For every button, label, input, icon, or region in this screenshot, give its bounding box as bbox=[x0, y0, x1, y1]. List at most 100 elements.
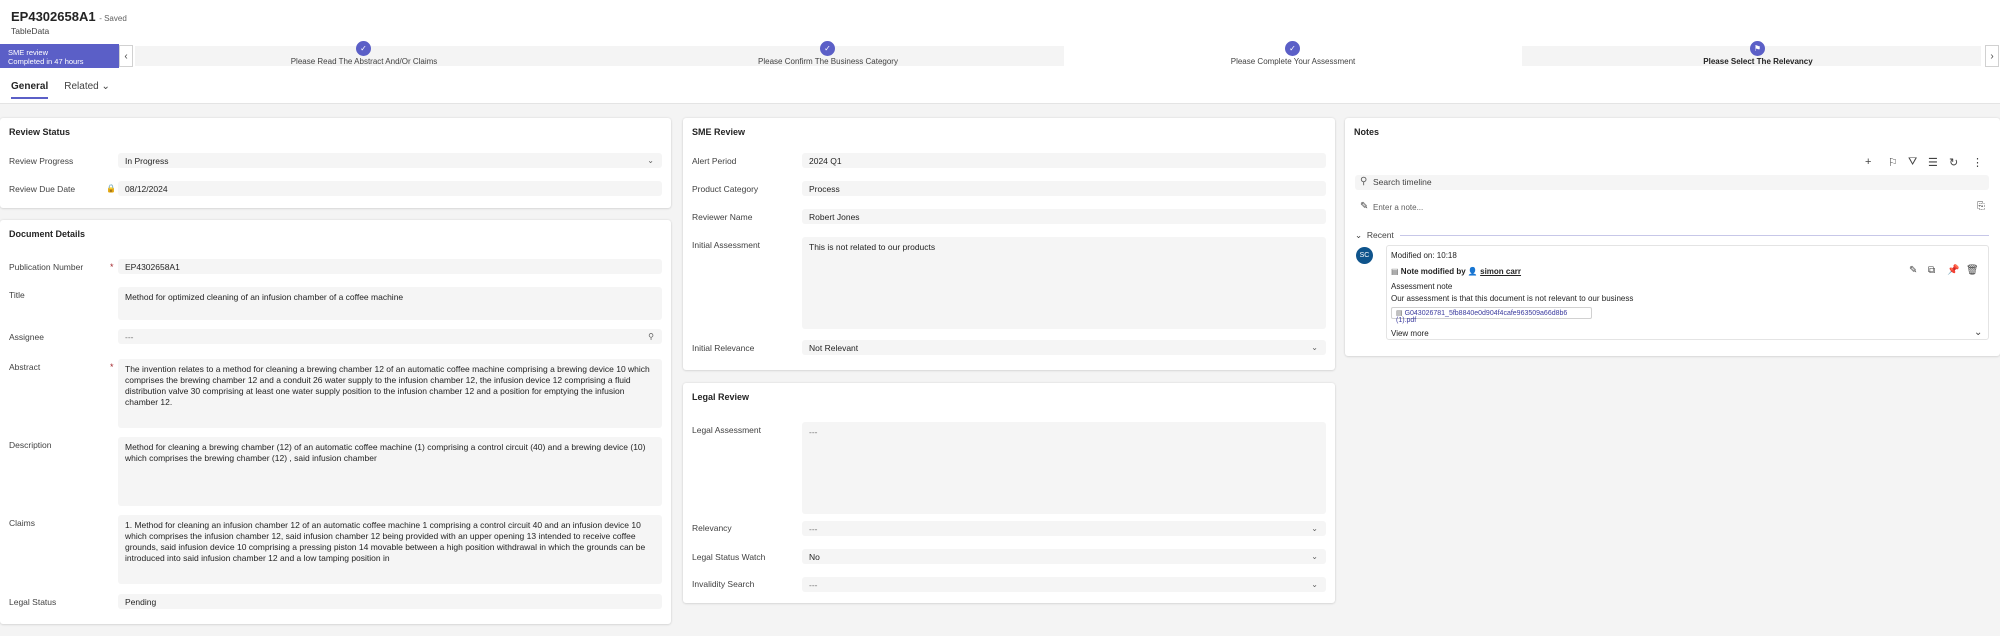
review-due-date-label: Review Due Date bbox=[9, 184, 76, 194]
chevron-down-icon[interactable]: ⌄ bbox=[1974, 327, 1982, 338]
alert-period-label: Alert Period bbox=[692, 156, 737, 166]
tab-related[interactable]: Related ⌄ bbox=[64, 81, 110, 99]
note-author-link[interactable]: simon carr bbox=[1480, 267, 1521, 276]
search-icon[interactable]: ⚲ bbox=[648, 331, 654, 342]
more-icon[interactable]: ⋮ bbox=[1972, 156, 1983, 169]
avatar: SC bbox=[1356, 247, 1373, 264]
initial-assessment-field[interactable]: This is not related to our products bbox=[802, 237, 1326, 329]
chevron-left-icon: ‹ bbox=[124, 50, 128, 62]
bpf-stage-select-relevancy[interactable]: ⚑ Please Select The Relevancy bbox=[1529, 41, 1987, 66]
abstract-value: The invention relates to a method for cl… bbox=[125, 364, 650, 407]
recent-group-toggle[interactable]: ⌄ Recent bbox=[1355, 230, 1394, 241]
reviewer-name-field[interactable]: Robert Jones bbox=[802, 209, 1326, 224]
tab-related-label: Related bbox=[64, 81, 99, 92]
review-progress-select[interactable]: In Progress ⌄ bbox=[118, 153, 662, 168]
note-icon: ▤ bbox=[1391, 267, 1399, 276]
note-body: Our assessment is that this document is … bbox=[1391, 294, 1634, 303]
record-title-text: EP4302658A1 bbox=[11, 9, 96, 24]
chevron-down-icon: ⌄ bbox=[647, 156, 654, 165]
initial-relevance-select[interactable]: Not Relevant ⌄ bbox=[802, 340, 1326, 355]
initial-assessment-label: Initial Assessment bbox=[692, 240, 761, 250]
edit-icon[interactable]: ✎ bbox=[1909, 265, 1917, 276]
review-progress-value: In Progress bbox=[125, 156, 169, 166]
title-field[interactable]: Method for optimized cleaning of an infu… bbox=[118, 287, 662, 320]
chevron-down-icon: ⌄ bbox=[1311, 524, 1318, 533]
relevancy-value: --- bbox=[809, 524, 818, 534]
bpf-next-button[interactable]: › bbox=[1985, 45, 1999, 67]
section-title: SME Review bbox=[692, 127, 746, 137]
lock-icon: 🔒 bbox=[106, 184, 116, 193]
legal-status-watch-select[interactable]: No ⌄ bbox=[802, 549, 1326, 564]
bpf-stage-complete-assessment[interactable]: ✓ Please Complete Your Assessment bbox=[1064, 41, 1522, 66]
legal-assessment-field[interactable]: --- bbox=[802, 422, 1326, 514]
alert-period-field[interactable]: 2024 Q1 bbox=[802, 153, 1326, 168]
pencil-icon: ✎ bbox=[1360, 201, 1369, 212]
checkmark-icon: ✓ bbox=[1285, 41, 1300, 56]
flag-icon: ⚑ bbox=[1750, 41, 1765, 56]
description-value: Method for cleaning a brewing chamber (1… bbox=[125, 442, 646, 463]
add-icon[interactable]: + bbox=[1865, 156, 1871, 168]
invalidity-search-label: Invalidity Search bbox=[692, 579, 755, 589]
attachment-chip[interactable]: ▤ G043026781_5fb8840e0d904f4cafe963509a6… bbox=[1391, 307, 1592, 324]
initial-relevance-value: Not Relevant bbox=[809, 343, 859, 353]
claims-value: 1. Method for cleaning an infusion chamb… bbox=[125, 520, 646, 563]
pin-icon[interactable]: 📌 bbox=[1947, 265, 1959, 276]
description-label: Description bbox=[9, 440, 52, 450]
save-status: - Saved bbox=[99, 14, 127, 23]
entity-name: TableData bbox=[11, 26, 50, 36]
relevancy-select[interactable]: --- ⌄ bbox=[802, 521, 1326, 536]
delete-icon[interactable]: 🗑 bbox=[1966, 265, 1979, 276]
view-more-link[interactable]: View more bbox=[1391, 329, 1429, 338]
sme-review-section: SME Review Alert Period 2024 Q1 Product … bbox=[683, 118, 1335, 370]
review-status-section: Review Status Review Progress In Progres… bbox=[0, 118, 671, 208]
search-timeline-input[interactable]: ⚲ Search timeline bbox=[1355, 175, 1989, 190]
abstract-field[interactable]: The invention relates to a method for cl… bbox=[118, 359, 662, 428]
publication-number-field[interactable]: EP4302658A1 bbox=[118, 259, 662, 274]
checkmark-icon: ✓ bbox=[356, 41, 371, 56]
review-due-date-value: 08/12/2024 bbox=[125, 184, 168, 194]
review-progress-label: Review Progress bbox=[9, 156, 74, 166]
person-icon: 👤 bbox=[1467, 267, 1478, 276]
search-icon: ⚲ bbox=[1360, 176, 1368, 187]
list-icon[interactable]: ☰ bbox=[1928, 156, 1938, 169]
bookmark-icon[interactable]: ⚐ bbox=[1888, 156, 1898, 169]
bpf-stage-confirm-category[interactable]: ✓ Please Confirm The Business Category bbox=[599, 41, 1057, 66]
assignee-label: Assignee bbox=[9, 332, 44, 342]
product-category-field[interactable]: Process bbox=[802, 181, 1326, 196]
abstract-label: Abstract bbox=[9, 362, 41, 372]
active-stage-duration: Completed in 47 hours bbox=[8, 57, 84, 66]
copy-icon[interactable]: ⧉ bbox=[1928, 265, 1935, 276]
relevancy-label: Relevancy bbox=[692, 523, 732, 533]
bpf-stage-read-abstract[interactable]: ✓ Please Read The Abstract And/Or Claims bbox=[135, 41, 593, 66]
assignee-lookup[interactable]: --- ⚲ bbox=[118, 329, 662, 344]
refresh-icon[interactable]: ↻ bbox=[1949, 156, 1958, 169]
form-tabs: General Related ⌄ bbox=[11, 81, 110, 99]
note-card[interactable] bbox=[1386, 245, 1989, 340]
claims-field[interactable]: 1. Method for cleaning an infusion chamb… bbox=[118, 515, 662, 584]
legal-assessment-value: --- bbox=[809, 427, 818, 437]
bpf-stage-label: Please Complete Your Assessment bbox=[1230, 57, 1356, 66]
alert-period-value: 2024 Q1 bbox=[809, 156, 842, 166]
note-modified-by: Note modified by bbox=[1400, 267, 1466, 276]
review-due-date-field: 08/12/2024 bbox=[118, 181, 662, 196]
legal-status-field[interactable]: Pending bbox=[118, 594, 662, 609]
product-category-value: Process bbox=[809, 184, 840, 194]
bpf-stage-label: Please Read The Abstract And/Or Claims bbox=[290, 57, 438, 66]
legal-review-section: Legal Review Legal Assessment --- Releva… bbox=[683, 383, 1335, 603]
invalidity-search-select[interactable]: --- ⌄ bbox=[802, 577, 1326, 592]
bpf-prev-button[interactable]: ‹ bbox=[119, 45, 133, 67]
invalidity-search-value: --- bbox=[809, 580, 818, 590]
section-title: Document Details bbox=[9, 229, 86, 239]
required-indicator: * bbox=[110, 262, 114, 272]
active-stage-flyout[interactable]: SME review Completed in 47 hours bbox=[0, 44, 119, 68]
description-field[interactable]: Method for cleaning a brewing chamber (1… bbox=[118, 437, 662, 506]
note-title: Assessment note bbox=[1391, 282, 1453, 291]
filter-icon[interactable]: ⛛ bbox=[1908, 156, 1917, 169]
publication-number-value: EP4302658A1 bbox=[125, 262, 180, 272]
attachment-icon[interactable]: ⎘ bbox=[1977, 201, 1985, 212]
enter-note-input[interactable]: ✎ Enter a note... ⎘ bbox=[1355, 201, 1989, 216]
record-header: EP4302658A1 - Saved TableData SME review… bbox=[0, 0, 2000, 104]
note-modified-on: Modified on: 10:18 bbox=[1391, 251, 1457, 260]
tab-general[interactable]: General bbox=[11, 81, 49, 99]
chevron-down-icon: ⌄ bbox=[1311, 343, 1318, 352]
